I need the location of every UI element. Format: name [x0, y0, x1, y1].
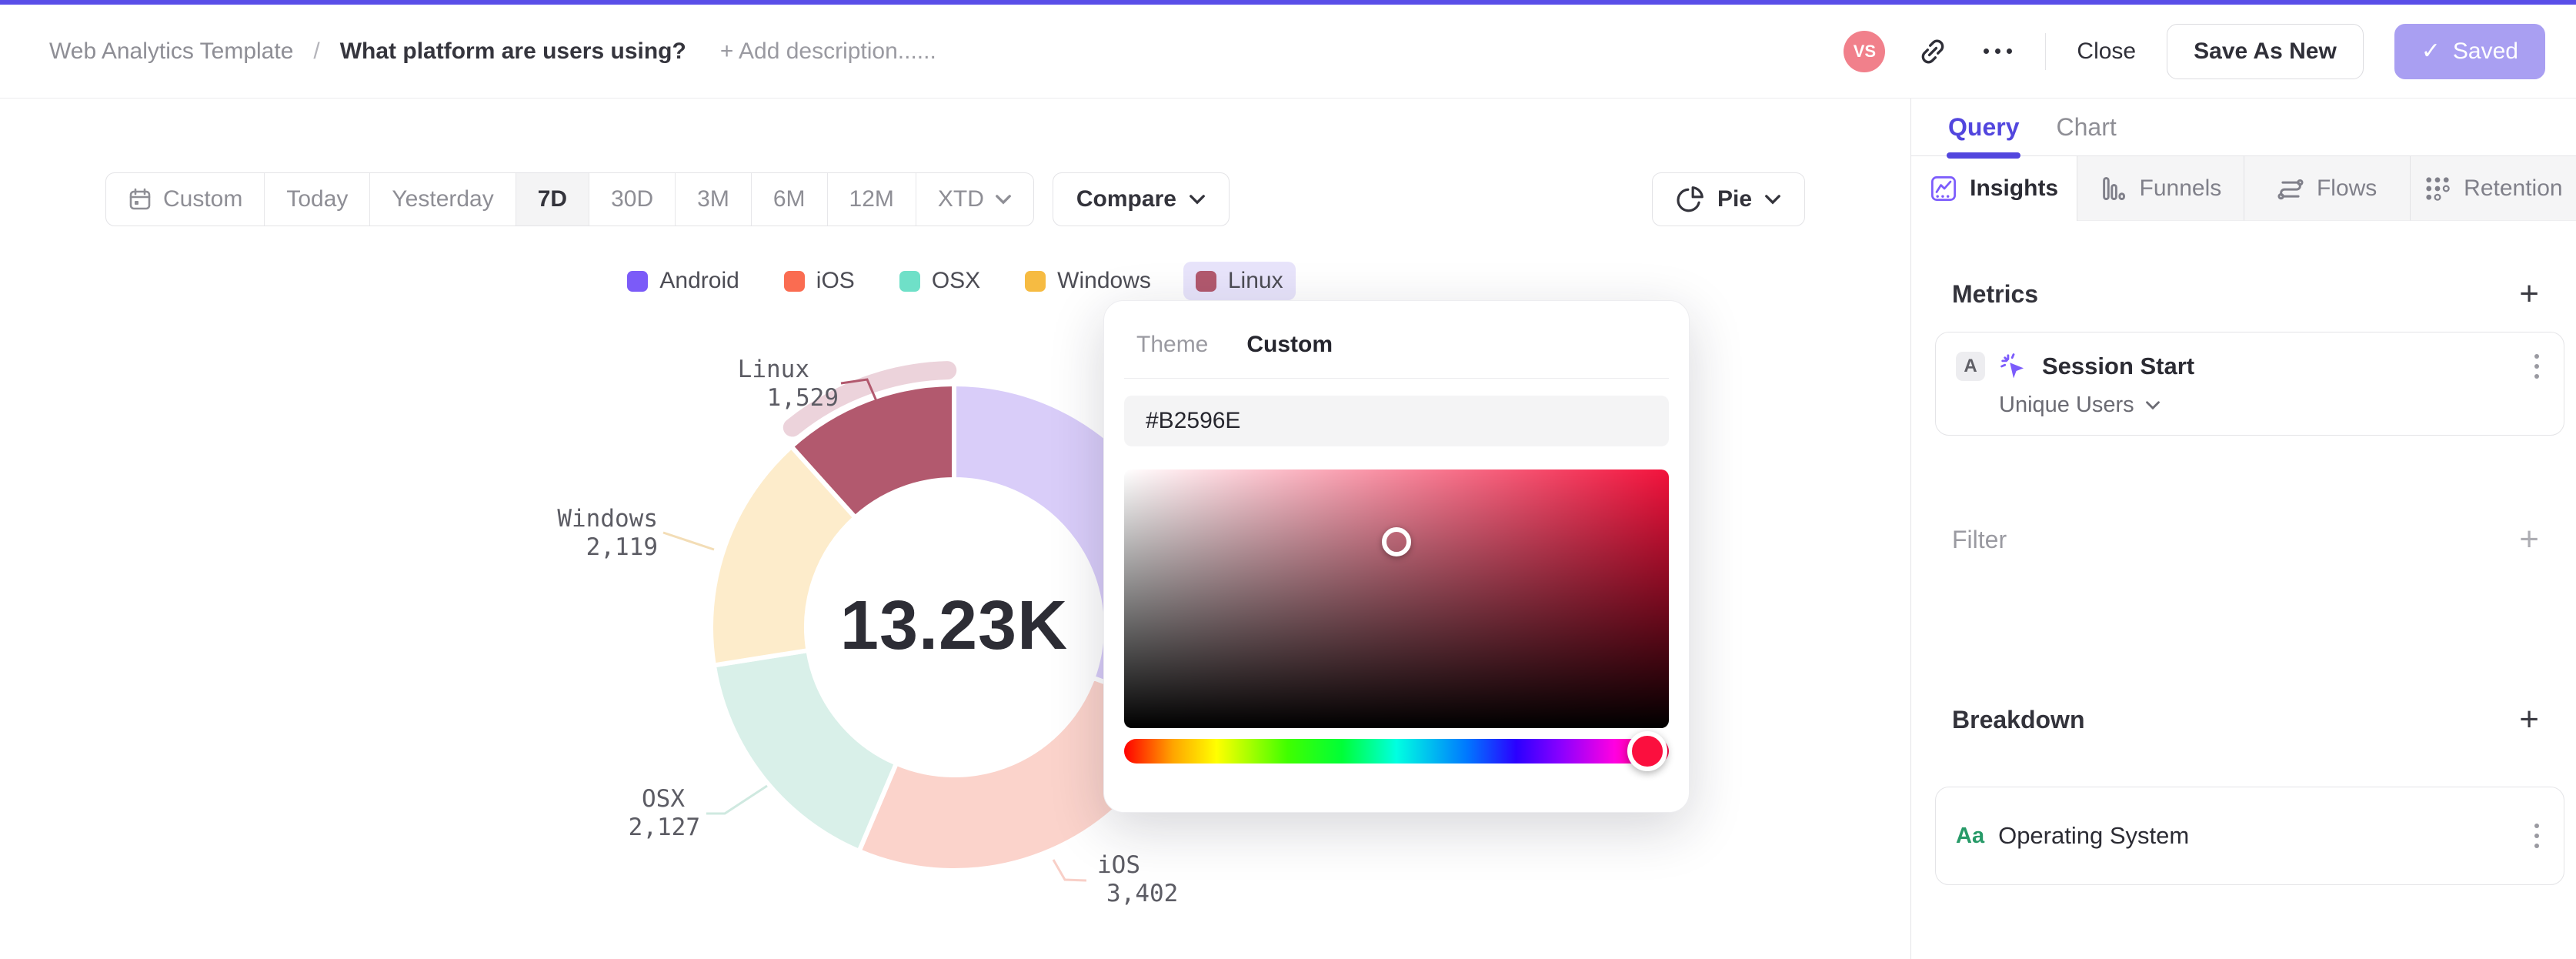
slice-label-windows: Windows 2,119 — [557, 505, 658, 561]
metrics-section-header: Metrics + — [1952, 275, 2539, 312]
save-as-new-button[interactable]: Save As New — [2167, 23, 2364, 79]
insights-icon — [1931, 176, 1957, 201]
query-type-insights[interactable]: Insights — [1911, 156, 2078, 221]
saved-label: Saved — [2452, 38, 2518, 64]
hue-slider-thumb[interactable] — [1627, 731, 1667, 771]
breadcrumb-root[interactable]: Web Analytics Template — [49, 38, 293, 65]
add-filter-button[interactable]: + — [2519, 523, 2539, 556]
breakdown-property: Operating System — [1998, 822, 2190, 849]
metric-event-name: Session Start — [2042, 353, 2195, 379]
sidebar-tabs: Query Chart — [1911, 99, 2576, 159]
metric-aggregation[interactable]: Unique Users — [1956, 393, 2544, 418]
leader-line-osx — [706, 784, 768, 815]
metric-menu-icon[interactable] — [2530, 349, 2544, 383]
chevron-down-icon — [2145, 401, 2160, 410]
series-badge: A — [1956, 352, 1985, 381]
query-type-flows[interactable]: Flows — [2244, 156, 2411, 221]
header-divider — [2045, 32, 2047, 70]
add-breakdown-button[interactable]: + — [2519, 703, 2539, 737]
breakdown-card[interactable]: Aa Operating System — [1935, 787, 2564, 885]
breadcrumb: Web Analytics Template / What platform a… — [49, 38, 936, 65]
query-sidebar: Query Chart Insights Funnels Flows Reten… — [1910, 99, 2576, 959]
saved-button[interactable]: ✓ Saved — [2394, 23, 2545, 79]
hue-slider[interactable] — [1124, 731, 1669, 771]
slice-label-linux: Linux 1,529 — [737, 356, 839, 412]
tab-chart[interactable]: Chart — [2056, 113, 2116, 155]
color-picker-popup: Theme Custom #B2596E — [1103, 300, 1690, 813]
share-link-icon[interactable] — [1916, 35, 1950, 68]
query-type-strip: Insights Funnels Flows Retention — [1911, 156, 2576, 221]
tab-theme[interactable]: Theme — [1136, 332, 1208, 358]
breakdown-section-header: Breakdown + — [1952, 700, 2539, 738]
donut-total: 13.23K — [839, 587, 1069, 664]
flows-icon — [2277, 179, 2304, 199]
event-cursor-icon — [2000, 353, 2024, 379]
avatar[interactable]: VS — [1844, 30, 1886, 72]
donut-slice-osx — [711, 648, 899, 854]
leader-line-windows — [662, 531, 715, 551]
query-type-funnels[interactable]: Funnels — [2077, 156, 2244, 221]
breadcrumb-separator: / — [313, 38, 320, 64]
page-title[interactable]: What platform are users using? — [340, 38, 686, 65]
check-icon: ✓ — [2421, 38, 2441, 64]
hex-color-input[interactable]: #B2596E — [1124, 396, 1669, 446]
filter-section-header: Filter + — [1952, 520, 2539, 558]
leader-line-ios — [1052, 859, 1087, 882]
slice-label-ios: iOS 3,402 — [1097, 851, 1179, 907]
color-picker-tabs: Theme Custom — [1124, 301, 1669, 379]
query-type-retention[interactable]: Retention — [2410, 156, 2576, 221]
add-metric-button[interactable]: + — [2519, 277, 2539, 311]
retention-icon — [2426, 176, 2450, 201]
tab-custom[interactable]: Custom — [1246, 332, 1333, 358]
metric-card[interactable]: A Session Start Unique Users — [1935, 332, 2564, 436]
tab-query[interactable]: Query — [1946, 113, 2021, 159]
text-property-icon: Aa — [1956, 823, 1985, 848]
color-cursor[interactable] — [1382, 527, 1411, 557]
more-options-icon[interactable] — [1980, 35, 2014, 68]
add-description-button[interactable]: + Add description...... — [720, 38, 936, 65]
top-bar: Web Analytics Template / What platform a… — [0, 0, 2576, 99]
slice-label-osx: OSX 2,127 — [628, 785, 700, 841]
breakdown-menu-icon[interactable] — [2530, 819, 2544, 853]
saturation-value-area[interactable] — [1124, 469, 1669, 728]
funnels-icon — [2102, 176, 2125, 200]
close-button[interactable]: Close — [2077, 38, 2136, 65]
